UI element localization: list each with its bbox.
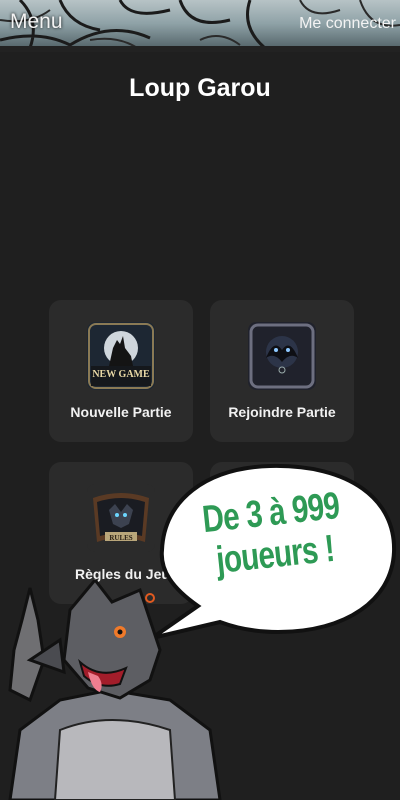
new-game-thumbnail: NEW GAME (87, 322, 155, 390)
new-game-card[interactable]: NEW GAME Nouvelle Partie (49, 300, 193, 442)
join-game-label: Rejoindre Partie (228, 404, 336, 420)
menu-button[interactable]: Menu (10, 10, 63, 34)
werewolf-mascot (8, 580, 222, 800)
join-game-thumbnail (248, 322, 316, 390)
rules-thumbnail: RULES (87, 484, 155, 552)
new-game-label: Nouvelle Partie (70, 404, 172, 420)
new-game-thumb-text: NEW GAME (92, 369, 150, 380)
join-game-card[interactable]: Rejoindre Partie (210, 300, 354, 442)
promo-text: De 3 à 999 joueurs ! (195, 484, 351, 583)
rules-thumb-text: RULES (109, 534, 132, 542)
page-title: Loup Garou (129, 74, 271, 102)
login-link[interactable]: Me connecter (299, 15, 396, 33)
header-banner: Menu Me connecter (0, 0, 400, 52)
